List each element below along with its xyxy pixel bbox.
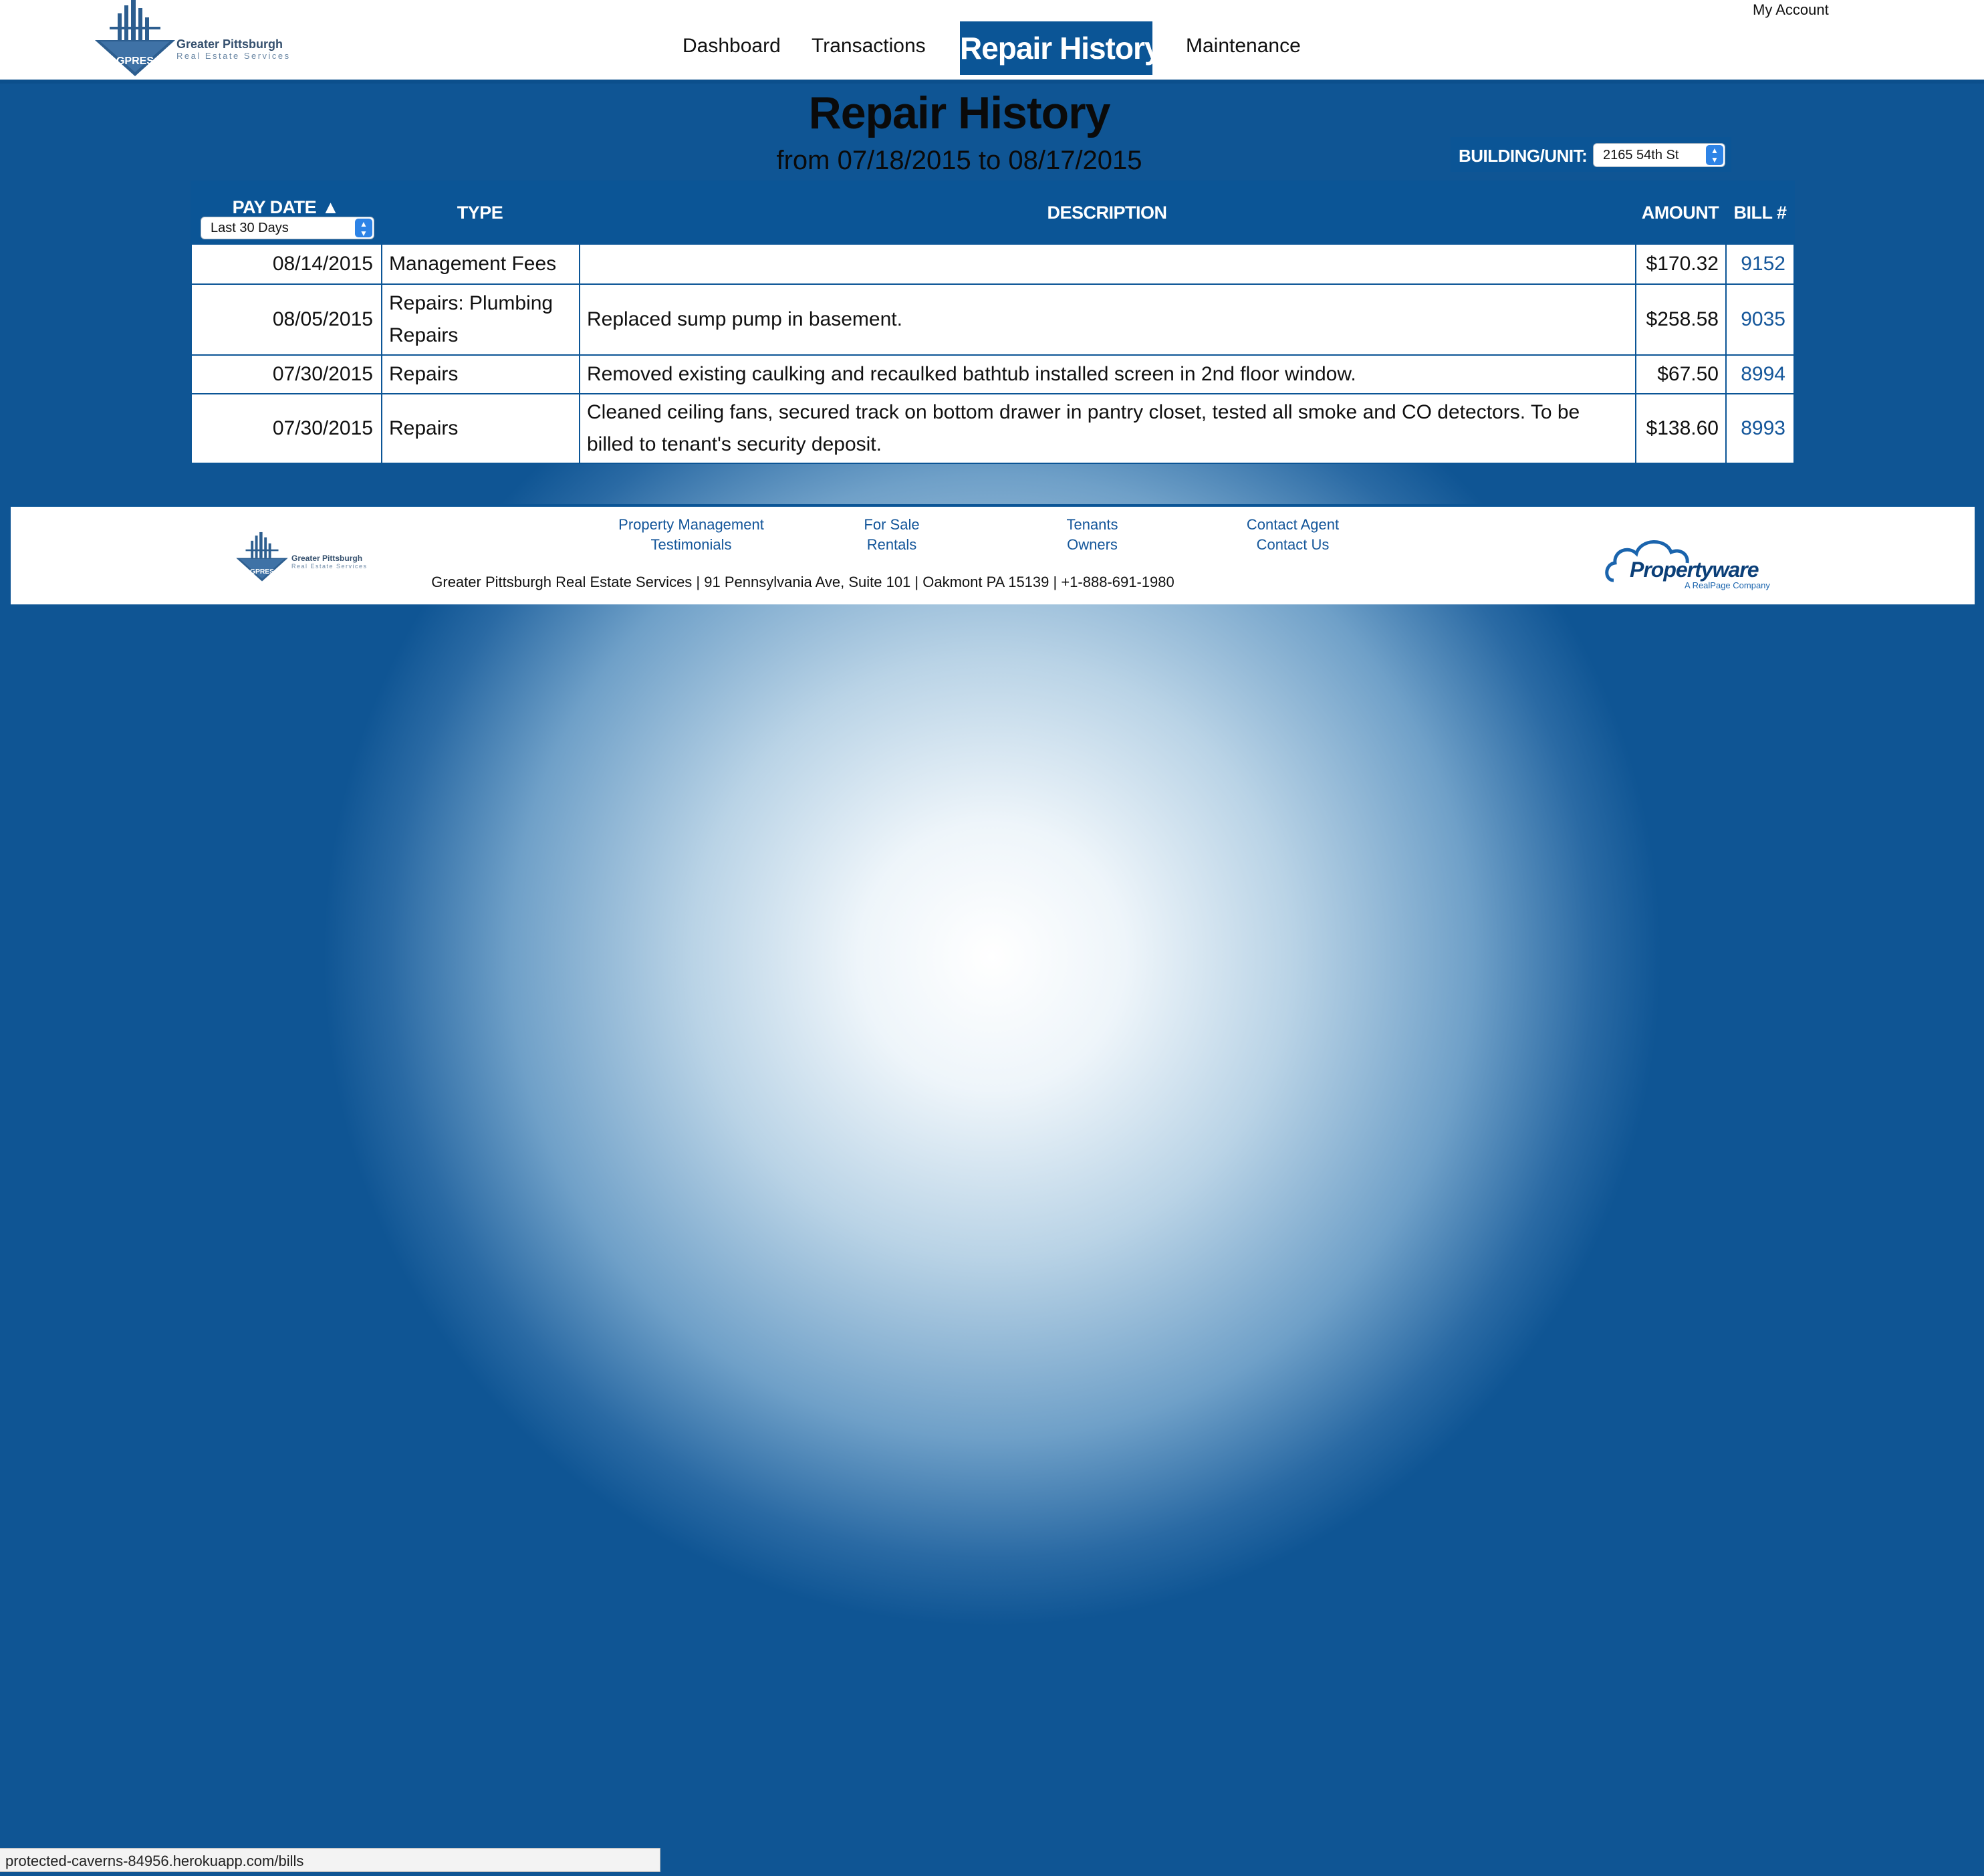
- description-cell: Replaced sump pump in basement.: [580, 285, 1636, 354]
- page-title: Repair History: [808, 88, 1111, 138]
- site-footer: GPRES Greater Pittsburgh Real Estate Ser…: [11, 504, 1975, 604]
- nav-dashboard[interactable]: Dashboard: [683, 35, 781, 57]
- date-range-select[interactable]: Last 30 Days ▲ ▼: [201, 217, 374, 239]
- table-row: 08/14/2015 Management Fees $170.32 9152: [192, 245, 1793, 283]
- header-divider: [0, 80, 1984, 84]
- footer-link-testimonials[interactable]: Testimonials: [584, 536, 798, 554]
- footer-link-contact-us[interactable]: Contact Us: [1216, 536, 1370, 554]
- propertyware-tagline: A RealPage Company: [1685, 580, 1770, 590]
- description-cell: Removed existing caulking and recaulked …: [580, 356, 1636, 393]
- type-cell: Repairs: Plumbing Repairs: [382, 285, 580, 354]
- footer-link-tenants[interactable]: Tenants: [1025, 516, 1159, 534]
- footer-link-property-management[interactable]: Property Management: [584, 516, 798, 534]
- pay-date-cell: 08/14/2015: [192, 245, 382, 283]
- svg-text:GPRES: GPRES: [116, 55, 154, 67]
- description-cell: Cleaned ceiling fans, secured track on b…: [580, 394, 1636, 463]
- footer-link-rentals[interactable]: Rentals: [825, 536, 959, 554]
- footer-logo-name: Greater Pittsburgh: [291, 554, 363, 563]
- type-cell: Management Fees: [382, 245, 580, 283]
- bill-number-link[interactable]: 8993: [1727, 394, 1793, 463]
- date-range-value: Last 30 Days: [211, 221, 289, 235]
- footer-link-for-sale[interactable]: For Sale: [825, 516, 959, 534]
- logo-name: Greater Pittsburgh: [176, 37, 283, 51]
- footer-link-owners[interactable]: Owners: [1025, 536, 1159, 554]
- type-cell: Repairs: [382, 394, 580, 463]
- propertyware-logo[interactable]: Propertyware A RealPage Company: [1604, 534, 1778, 590]
- gpres-logo[interactable]: GPRES Greater Pittsburgh Real Estate Ser…: [94, 0, 307, 79]
- pay-date-cell: 07/30/2015: [192, 394, 382, 463]
- amount-cell: $170.32: [1636, 245, 1727, 283]
- nav-maintenance[interactable]: Maintenance: [1186, 35, 1301, 57]
- sort-asc-icon: ▲: [322, 197, 340, 217]
- pay-date-cell: 07/30/2015: [192, 356, 382, 393]
- table-row: 07/30/2015 Repairs Cleaned ceiling fans,…: [192, 393, 1793, 463]
- propertyware-wordmark: Propertyware: [1630, 558, 1759, 582]
- amount-cell: $258.58: [1636, 285, 1727, 354]
- building-unit-select[interactable]: 2165 54th St ▲ ▼: [1593, 143, 1725, 167]
- pay-date-header[interactable]: PAY DATE ▲: [191, 181, 381, 218]
- amount-cell: $67.50: [1636, 356, 1727, 393]
- footer-link-contact-agent[interactable]: Contact Agent: [1216, 516, 1370, 534]
- bill-number-link[interactable]: 8994: [1727, 356, 1793, 393]
- footer-address: Greater Pittsburgh Real Estate Services …: [431, 574, 1174, 590]
- type-cell: Repairs: [382, 356, 580, 393]
- pay-date-cell: 08/05/2015: [192, 285, 382, 354]
- table-row: 07/30/2015 Repairs Removed existing caul…: [192, 354, 1793, 393]
- building-unit-label: BUILDING/UNIT:: [1459, 146, 1588, 166]
- top-header: GPRES Greater Pittsburgh Real Estate Ser…: [0, 0, 1984, 80]
- status-url: protected-caverns-84956.herokuapp.com/bi…: [5, 1853, 304, 1869]
- table-row: 08/05/2015 Repairs: Plumbing Repairs Rep…: [192, 283, 1793, 354]
- footer-logo-tagline: Real Estate Services: [291, 563, 368, 570]
- browser-status-bar: protected-caverns-84956.herokuapp.com/bi…: [0, 1848, 660, 1872]
- type-header: TYPE: [457, 202, 503, 223]
- nav-repair-history[interactable]: Repair History: [960, 21, 1161, 75]
- bill-number-header: BILL #: [1733, 202, 1787, 223]
- my-account-link[interactable]: My Account: [1753, 1, 1829, 19]
- building-unit-value: 2165 54th St: [1603, 148, 1679, 162]
- description-cell: [580, 245, 1636, 283]
- amount-header: AMOUNT: [1641, 202, 1719, 223]
- description-header: DESCRIPTION: [1047, 202, 1167, 223]
- repair-history-table: 08/14/2015 Management Fees $170.32 9152 …: [191, 245, 1795, 464]
- amount-cell: $138.60: [1636, 394, 1727, 463]
- select-arrows-icon: ▲ ▼: [1706, 145, 1723, 165]
- building-unit-filter: BUILDING/UNIT: 2165 54th St ▲ ▼: [1451, 137, 1731, 172]
- gpres-logo-icon: GPRES: [95, 0, 175, 76]
- select-arrows-icon: ▲ ▼: [355, 219, 372, 238]
- logo-tagline: Real Estate Services: [176, 51, 291, 61]
- nav-transactions[interactable]: Transactions: [812, 35, 926, 57]
- bill-number-link[interactable]: 9152: [1727, 245, 1793, 283]
- table-header: PAY DATE ▲ Last 30 Days ▲ ▼ TYPE DESCRIPT…: [191, 181, 1795, 245]
- bill-number-link[interactable]: 9035: [1727, 285, 1793, 354]
